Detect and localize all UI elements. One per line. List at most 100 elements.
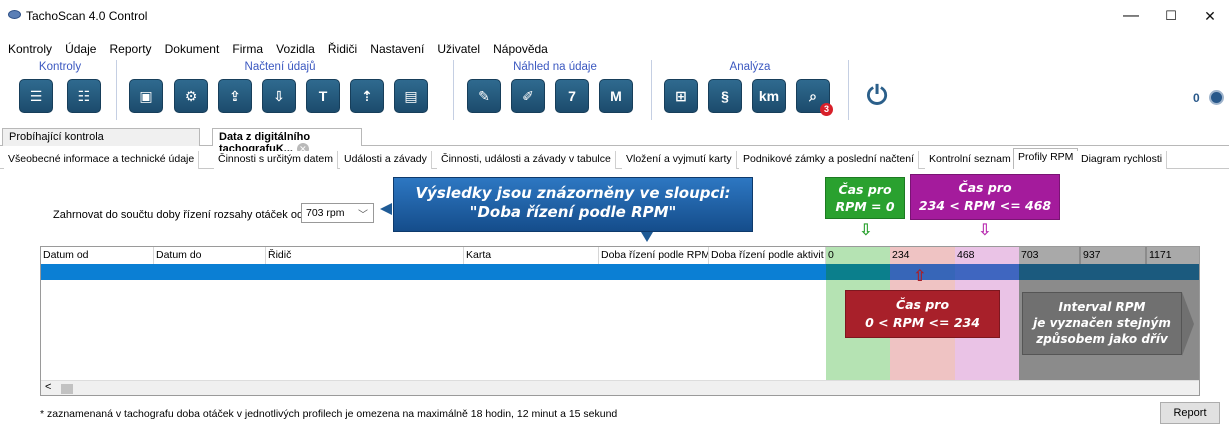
callout-text: 234 < RPM <= 468 — [918, 198, 1052, 213]
title-bar — [0, 0, 1229, 32]
menu-ridici[interactable]: Řidiči — [328, 42, 357, 56]
menu-firma[interactable]: Firma — [232, 42, 263, 56]
ribbon-separator — [453, 60, 454, 120]
notification-badge: 3 — [820, 103, 833, 116]
green-callout: Čas pro RPM = 0 — [825, 177, 905, 219]
app-icon — [8, 10, 21, 19]
read-device-icon[interactable]: ▤ — [394, 79, 428, 113]
tab-general-info[interactable]: Všeobecné informace a technické údaje — [4, 151, 200, 169]
rpm-cell-468[interactable] — [955, 264, 1019, 280]
tab-label: Probíhající kontrola — [9, 131, 104, 143]
ribbon-separator — [848, 60, 849, 120]
menu-uzivatel[interactable]: Uživatel — [437, 42, 480, 56]
tab-activities-table[interactable]: Činnosti, události a závady v tabulce — [437, 151, 616, 169]
analysis-infringement-icon[interactable]: § — [708, 79, 742, 113]
callout-text: způsobem jako dřív — [1036, 332, 1168, 346]
rpm-header-234[interactable]: 234 — [890, 247, 955, 264]
menu-dokument[interactable]: Dokument — [165, 42, 220, 56]
callout-text: RPM = 0 — [835, 199, 895, 214]
col-ridic[interactable]: Řidič — [266, 247, 464, 264]
rpm-filter-value: 703 rpm — [306, 207, 345, 219]
callout-text: Čas pro — [838, 182, 892, 197]
arrow-up-icon: ⇧ — [913, 268, 927, 285]
menu-kontroly[interactable]: Kontroly — [8, 42, 52, 56]
view-weekly-chart-icon[interactable]: 7 — [555, 79, 589, 113]
tab-activities-date[interactable]: Činnosti s určitým datem — [214, 151, 338, 169]
close-button[interactable]: ✕ — [1190, 4, 1229, 28]
read-download-icon[interactable]: ⇩ — [262, 79, 296, 113]
col-datum-do[interactable]: Datum do — [154, 247, 266, 264]
tab-speed-diagram[interactable]: Diagram rychlosti — [1077, 151, 1168, 169]
col-karta[interactable]: Karta — [464, 247, 599, 264]
menu-udaje[interactable]: Údaje — [65, 42, 96, 56]
magenta-callout: Čas pro 234 < RPM <= 468 — [910, 174, 1060, 220]
scroll-left-icon[interactable]: < — [45, 381, 51, 393]
rpm-header-703[interactable]: 703 — [1019, 247, 1079, 264]
callout-arrow-left — [380, 203, 392, 215]
read-tachograph-icon[interactable]: T — [306, 79, 340, 113]
red-callout: Čas pro 0 < RPM <= 234 — [845, 290, 1000, 338]
gray-callout: Interval RPM je vyznačen stejným způsobe… — [1022, 292, 1182, 355]
analysis-km-icon[interactable]: km — [752, 79, 786, 113]
main-callout: Výsledky jsou znázorněny ve sloupci: "Do… — [393, 177, 753, 232]
callout-text: Čas pro — [958, 180, 1012, 195]
read-folder-icon[interactable]: ⇪ — [218, 79, 252, 113]
rpm-filter-select[interactable]: 703 rpm ﹀ — [301, 203, 374, 223]
view-driver-icon[interactable]: ✐ — [511, 79, 545, 113]
report-button[interactable]: Report — [1160, 402, 1220, 424]
tab-company-locks[interactable]: Podnikové zámky a poslední načtení — [739, 151, 920, 169]
tab-digital-tachograph-data[interactable]: Data z digitálního tachografuK... ✕ — [212, 128, 362, 155]
rpm-cell-rest[interactable] — [1019, 264, 1199, 280]
rpm-header-937[interactable]: 937 — [1081, 247, 1145, 264]
maximize-button[interactable]: ☐ — [1151, 4, 1191, 28]
read-settings-icon[interactable]: ⚙ — [174, 79, 208, 113]
counter-value: 0 — [1193, 91, 1200, 105]
rpm-header-468[interactable]: 468 — [955, 247, 1019, 264]
arrow-down-icon: ⇩ — [859, 222, 873, 239]
callout-arrow-right — [1182, 292, 1194, 356]
arrow-down-icon: ⇩ — [978, 222, 992, 239]
group-analyza-label: Analýza — [729, 61, 771, 73]
callout-text: "Doba řízení podle RPM" — [469, 203, 677, 221]
control-list-icon[interactable]: ☰ — [19, 79, 53, 113]
callout-text: je vyznačen stejným — [1033, 316, 1171, 330]
callout-text: Interval RPM — [1058, 300, 1146, 314]
footnote: * zaznamenaná v tachografu doba otáček v… — [40, 408, 618, 420]
view-monthly-chart-icon[interactable]: M — [599, 79, 633, 113]
scroll-thumb[interactable] — [61, 384, 73, 394]
tab-rpm-profiles[interactable]: Profily RPM — [1013, 148, 1079, 169]
tab-control-list[interactable]: Kontrolní seznam — [925, 151, 1016, 169]
table-row[interactable] — [41, 264, 826, 280]
tab-card-insertion[interactable]: Vložení a vyjmutí karty — [622, 151, 737, 169]
horizontal-scrollbar[interactable]: < > — [41, 380, 1199, 395]
window-title: TachoScan 4.0 Control — [26, 9, 148, 23]
ribbon-separator — [116, 60, 117, 120]
read-card-icon[interactable]: ▣ — [129, 79, 163, 113]
callout-arrow-down — [641, 232, 653, 242]
callout-text: Výsledky jsou znázorněny ve sloupci: — [415, 184, 731, 202]
rpm-header-0[interactable]: 0 — [826, 247, 890, 264]
status-icon[interactable] — [1209, 90, 1224, 105]
rpm-header-1171[interactable]: 1171 — [1147, 247, 1199, 264]
menu-reporty[interactable]: Reporty — [110, 42, 152, 56]
ribbon-separator — [651, 60, 652, 120]
view-edit-icon[interactable]: ✎ — [467, 79, 501, 113]
col-datum-od[interactable]: Datum od — [41, 247, 154, 264]
tab-probihajici-kontrola[interactable]: Probíhající kontrola — [2, 128, 200, 146]
minimize-button[interactable]: — — [1111, 4, 1151, 28]
tab-events-faults[interactable]: Události a závady — [340, 151, 432, 169]
chevron-down-icon: ﹀ — [358, 210, 368, 221]
menu-napoveda[interactable]: Nápověda — [493, 42, 548, 56]
col-doba-rpm[interactable]: Doba řízení podle RPM — [599, 247, 709, 264]
control-new-icon[interactable]: ☷ — [67, 79, 101, 113]
rpm-cell-0[interactable] — [826, 264, 890, 280]
group-kontroly-label: Kontroly — [38, 61, 82, 73]
power-icon[interactable]: ⏻ — [860, 79, 894, 113]
analysis-export-icon[interactable]: ⊞ — [664, 79, 698, 113]
menu-nastaveni[interactable]: Nastavení — [370, 42, 424, 56]
callout-text: Čas pro — [895, 297, 950, 312]
col-doba-aktivit[interactable]: Doba řízení podle aktivit — [709, 247, 826, 264]
menu-vozidla[interactable]: Vozidla — [276, 42, 315, 56]
read-usb-icon[interactable]: ⇡ — [350, 79, 384, 113]
group-nahled-label: Náhled na údaje — [513, 61, 597, 73]
